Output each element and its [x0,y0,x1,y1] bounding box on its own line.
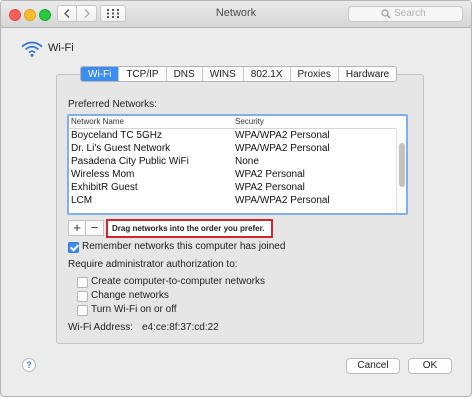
preferred-networks-table[interactable]: Network Name Security Boyceland TC 5GHz … [67,114,408,215]
network-name: LCM [71,195,93,206]
remember-networks-label[interactable]: Remember networks this computer has join… [82,241,285,252]
scrollbar-thumb[interactable] [399,143,405,187]
tab-dns[interactable]: DNS [165,67,202,81]
table-row[interactable]: Boyceland TC 5GHz WPA/WPA2 Personal [69,129,399,142]
drag-hint-callout: Drag networks into the order you prefer. [106,219,273,238]
tab-bar: Wi-Fi TCP/IP DNS WINS 802.1X Proxies Har… [80,66,398,82]
search-placeholder: Search [394,8,426,19]
help-button[interactable]: ? [22,358,36,372]
preferred-networks-label: Preferred Networks: [68,99,157,110]
tab-proxies[interactable]: Proxies [289,67,338,81]
remember-networks-checkbox[interactable] [68,242,79,253]
column-network-name[interactable]: Network Name [71,117,124,126]
search-icon [381,9,391,19]
table-row[interactable]: ExhibitR Guest WPA2 Personal [69,181,399,194]
add-network-button[interactable]: + [68,220,86,236]
table-row[interactable]: Pasadena City Public WiFi None [69,155,399,168]
tab-hardware[interactable]: Hardware [337,67,396,81]
network-security: WPA2 Personal [235,169,305,180]
wifi-icon [21,41,43,57]
tab-802-1x[interactable]: 802.1X [242,67,290,81]
column-security[interactable]: Security [235,117,264,126]
drag-hint-text: Drag networks into the order you prefer. [112,224,265,233]
network-security: None [235,156,259,167]
network-security: WPA/WPA2 Personal [235,195,330,206]
toggle-wifi-label[interactable]: Turn Wi-Fi on or off [91,304,177,315]
network-security: WPA2 Personal [235,182,305,193]
tab-wifi[interactable]: Wi-Fi [81,67,119,81]
ok-button[interactable]: OK [408,358,452,374]
change-networks-checkbox[interactable] [77,291,88,302]
create-network-label[interactable]: Create computer-to-computer networks [91,276,265,287]
toggle-wifi-checkbox[interactable] [77,305,88,316]
network-window: Network Search Wi-Fi Wi-Fi TCP/IP DNS WI… [0,0,472,397]
service-title: Wi-Fi [48,42,74,54]
change-networks-label[interactable]: Change networks [91,290,169,301]
wifi-address-value: e4:ce:8f:37:cd:22 [142,322,219,333]
table-scrollbar[interactable] [396,128,406,213]
network-name: Dr. Li's Guest Network [71,143,171,154]
create-network-checkbox[interactable] [77,277,88,288]
tab-tcp-ip[interactable]: TCP/IP [118,67,165,81]
network-security: WPA/WPA2 Personal [235,143,330,154]
network-name: ExhibitR Guest [71,182,138,193]
admin-authorization-label: Require administrator authorization to: [68,259,238,270]
table-header: Network Name Security [69,116,406,129]
table-row[interactable]: Wireless Mom WPA2 Personal [69,168,399,181]
table-row[interactable]: Dr. Li's Guest Network WPA/WPA2 Personal [69,142,399,155]
remove-network-button[interactable]: − [86,220,104,236]
search-field[interactable]: Search [348,6,463,22]
network-name: Boyceland TC 5GHz [71,130,162,141]
table-row[interactable]: LCM WPA/WPA2 Personal [69,194,399,207]
network-name: Wireless Mom [71,169,135,180]
network-security: WPA/WPA2 Personal [235,130,330,141]
network-name: Pasadena City Public WiFi [71,156,189,167]
title-bar: Network Search [1,1,471,28]
tab-wins[interactable]: WINS [201,67,243,81]
cancel-button[interactable]: Cancel [346,358,400,374]
wifi-address-label: Wi-Fi Address: [68,322,134,333]
